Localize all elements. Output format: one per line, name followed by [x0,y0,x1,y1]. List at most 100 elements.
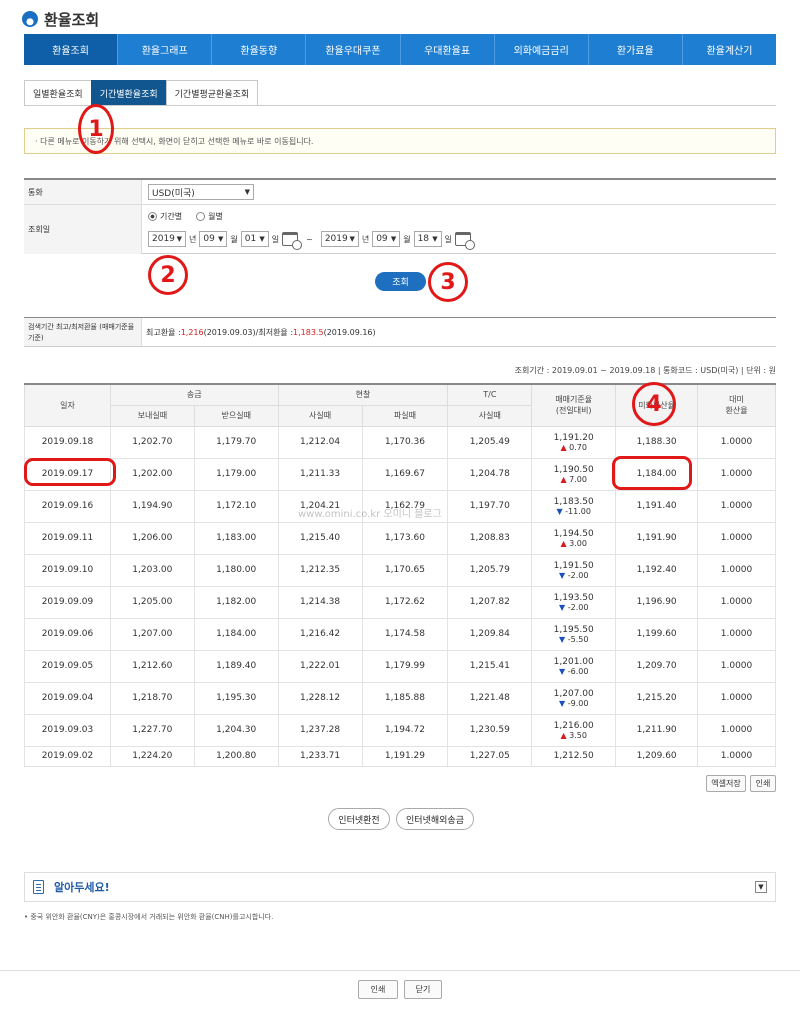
cell-tc: 1,204.78 [447,457,533,491]
cell-buy: 1,222.01 [277,649,363,683]
nav-rate-calculator[interactable]: 환율계산기 [683,34,776,65]
expand-icon[interactable]: ▼ [755,881,767,893]
rate-summary: 검색기간 최고/최저환율 (매매기준율기준) 최고환율 : 1,216 (2019… [24,317,776,347]
col-cash-buy: 사실때 [277,404,363,427]
cell-recv: 1,179.00 [193,457,279,491]
end-year-select[interactable]: 2019 ▼ [320,231,359,247]
nav-preferential-rate[interactable]: 우대환율표 [401,34,495,65]
end-calendar-icon[interactable] [454,232,475,250]
currency-select[interactable]: USD(미국) ▼ [148,184,254,200]
footer-divider [0,970,800,971]
cell-usd: 1.0000 [697,521,776,555]
internet-overseas-remit-button[interactable]: 인터넷해외송금 [396,808,474,830]
cell-base: 1,212.50 [531,745,617,767]
cell-recv: 1,184.00 [193,617,279,651]
end-month-select[interactable]: 09 ▼ [372,231,401,247]
triangle-up-icon: ▲ [560,730,570,740]
notepad-icon [33,880,44,894]
table-row: 2019.09.05 1,212.60 1,189.40 1,222.01 1,179.… [24,649,776,683]
col-tc-buy: 사실때 [447,404,533,427]
tab-daily-rate[interactable]: 일별환율조회 [24,80,92,106]
cell-recv: 1,182.00 [193,585,279,619]
cell-usd: 1.0000 [697,489,776,523]
cell-base: 1,193.50 ▼ -2.00 [531,585,617,619]
currency-label: 통화 [24,180,142,204]
nav-deposit-interest[interactable]: 외화예금금리 [495,34,589,65]
col-remit: 송금 [109,383,279,406]
tab-period-average-rate[interactable]: 기간별평균환율조회 [165,80,259,106]
cell-sell: 1,191.29 [361,745,449,767]
cell-date: 2019.09.03 [24,713,111,747]
cell-bk: 1,192.40 [615,553,699,587]
cell-tc: 1,215.41 [447,649,533,683]
annotation-2: 2 [148,255,188,295]
triangle-down-icon: ▼ [559,602,568,612]
cell-bk: 1,211.90 [615,713,699,747]
cell-base: 1,216.00 ▲ 3.50 [531,713,617,747]
search-form: 통화 USD(미국) ▼ 조회일 기간별 월별 2019 ▼ 년 09 ▼ 월 01 ▼… [24,178,776,254]
nav-rate-graph[interactable]: 환율그래프 [118,34,213,65]
cell-send: 1,207.00 [109,617,195,651]
triangle-down-icon: ▼ [559,570,568,580]
end-day-select[interactable]: 18 ▼ [413,231,442,247]
triangle-down-icon: ▼ [559,666,568,676]
cell-sell: 1,170.65 [361,553,449,587]
cell-date: 2019.09.16 [24,489,111,523]
query-button[interactable]: 조회 [375,272,426,291]
triangle-up-icon: ▲ [560,538,570,548]
cell-send: 1,205.00 [109,585,195,619]
cell-date: 2019.09.02 [24,745,111,767]
start-year-select[interactable]: 2019 ▼ [148,231,186,247]
triangle-down-icon: ▼ [559,698,568,708]
cell-sell: 1,194.72 [361,713,449,747]
summary-value: 최고환율 : 1,216 (2019.09.03) / 최저환율 : 1,183.… [146,327,376,337]
cell-bk: 1,199.60 [615,617,699,651]
cell-date: 2019.09.11 [24,521,111,555]
cell-base: 1,207.00 ▼ -9.00 [531,681,617,715]
cell-tc: 1,207.82 [447,585,533,619]
cell-tc: 1,208.83 [447,521,533,555]
radio-period[interactable] [148,211,157,221]
cell-date: 2019.09.04 [24,681,111,715]
nav-rate-trend[interactable]: 환율동향 [212,34,307,65]
radio-month[interactable] [196,211,206,221]
cell-buy: 1,237.28 [277,713,363,747]
cell-sell: 1,179.99 [361,649,449,683]
cell-date: 2019.09.09 [24,585,111,619]
cell-bk: 1,188.30 [615,425,699,459]
start-calendar-icon[interactable] [282,232,303,250]
cell-send: 1,203.00 [109,553,195,587]
exchange-rate-table: 일자 송금 현찰 T/C 매매기준율 (전일대비) 미화환산율 대미 환산율 보내실… [24,383,776,767]
chevron-down-icon: ▼ [244,188,250,196]
table-row: 2019.09.03 1,227.70 1,204.30 1,237.28 1,194.… [24,713,776,747]
cell-buy: 1,214.38 [277,585,363,619]
info-panel[interactable]: 알아두세요! ▼ [24,872,776,902]
table-row: 2019.09.04 1,218.70 1,195.30 1,228.12 1,185.… [24,681,776,715]
cell-base: 1,190.50 ▲ 7.00 [531,457,617,491]
excel-save-button[interactable]: 엑셀저장 [706,775,746,792]
table-row: 2019.09.18 1,202.70 1,179.70 1,212.04 1,170.… [24,425,776,459]
cell-date: 2019.09.05 [24,649,111,683]
print-button[interactable]: 인쇄 [750,775,776,792]
sub-tabs: 일별환율조회 기간별환율조회 기간별평균환율조회 [24,80,259,106]
start-month-select[interactable]: 09 ▼ [199,231,228,247]
summary-label: 검색기간 최고/최저환율 (매매기준율기준) [24,318,142,346]
nav-rate-coupon[interactable]: 환율우대쿠폰 [306,34,401,65]
cell-bk: 1,209.60 [615,745,699,767]
nav-exchange-rate[interactable]: 환율조회 [24,34,119,65]
cell-tc: 1,221.48 [447,681,533,715]
cell-base: 1,183.50 ▼ -11.00 [531,489,617,523]
table-row: 2019.09.02 1,224.20 1,200.80 1,233.71 1,191.… [24,745,776,767]
footer-print-button[interactable]: 인쇄 [358,980,398,999]
nav-exchange-fee[interactable]: 환가료율 [589,34,683,65]
annotation-highlight-date [24,458,116,486]
footer-close-button[interactable]: 닫기 [404,980,442,999]
internet-exchange-button[interactable]: 인터넷환전 [328,808,390,830]
table-row: 2019.09.09 1,205.00 1,182.00 1,214.38 1,172.… [24,585,776,619]
start-day-select[interactable]: 01 ▼ [240,231,269,247]
cell-sell: 1,173.60 [361,521,449,555]
cell-usd: 1.0000 [697,553,776,587]
triangle-down-icon: ▼ [559,634,568,644]
col-usd-conversion: 대미 환산율 [697,383,776,427]
tab-period-rate[interactable]: 기간별환율조회 [90,80,167,106]
